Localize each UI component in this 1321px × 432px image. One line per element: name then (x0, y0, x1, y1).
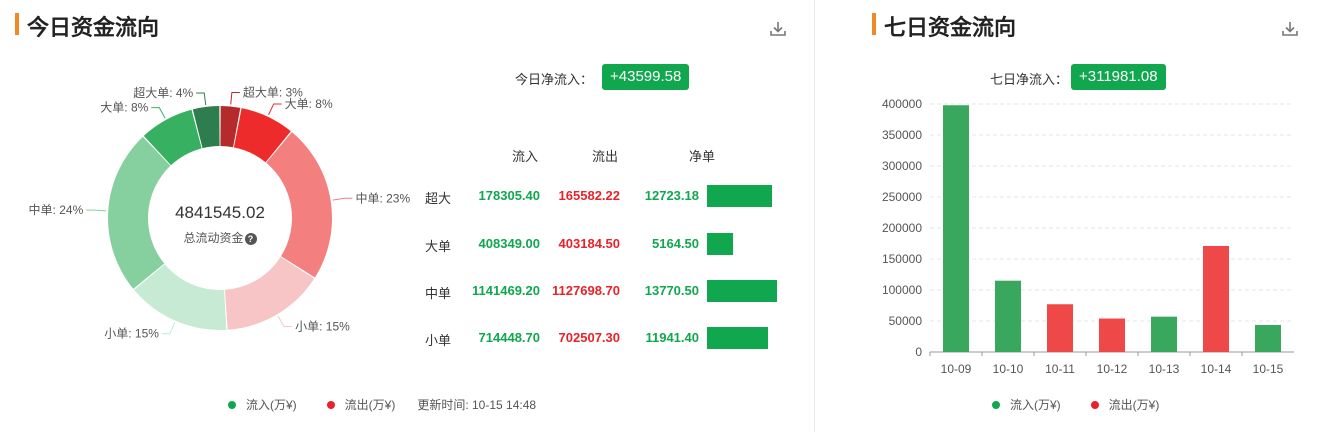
y-tick-label: 0 (915, 345, 922, 359)
y-tick-label: 250000 (882, 190, 922, 204)
legend-outflow-label: 流出(万¥) (344, 398, 396, 412)
bar-10-10[interactable] (995, 280, 1021, 352)
download-icon[interactable] (768, 19, 788, 39)
donut-label: 大单: 8% (285, 97, 333, 111)
flow-cell-outflow: 165582.22 (558, 188, 620, 203)
flow-cell-inflow: 408349.00 (478, 236, 540, 251)
x-tick-label: 10-15 (1253, 362, 1284, 376)
today-title: 今日资金流向 (27, 15, 160, 40)
x-tick-label: 10-11 (1045, 362, 1075, 376)
flow-cell-net: 5164.50 (652, 236, 699, 251)
net-bar (707, 185, 772, 207)
y-tick-label: 350000 (882, 128, 922, 142)
col-header-inflow: 流入 (512, 149, 539, 164)
legend-outflow[interactable]: 流出(万¥) (1090, 396, 1160, 413)
y-tick-label: 50000 (889, 314, 923, 328)
title-accent-bar (15, 13, 19, 35)
donut-total-value: 4841545.02 (175, 203, 265, 222)
col-header-outflow: 流出 (592, 149, 619, 164)
donut-leader-line (161, 322, 176, 335)
flow-cell-net: 12723.18 (644, 188, 699, 203)
inflow-dot-icon (228, 400, 236, 409)
legend-inflow[interactable]: 流入(万¥) (992, 396, 1061, 413)
x-tick-label: 10-09 (941, 362, 972, 376)
week-legend: 流入(万¥) 流出(万¥) (992, 396, 1189, 413)
panel-divider (814, 0, 815, 432)
help-icon[interactable]: ? (244, 232, 257, 245)
flow-cell-inflow: 1141469.20 (472, 283, 540, 298)
x-tick-label: 10-13 (1149, 362, 1180, 376)
x-tick-label: 10-10 (993, 362, 1024, 376)
today-fund-flow-panel: 今日资金流向 今日净流入： +43599.58 超大单: 3% 大单: 8% 中单:… (0, 0, 812, 432)
donut-label: 小单: 15% (104, 327, 159, 341)
legend-inflow-label: 流入(万¥) (1010, 398, 1061, 412)
outflow-dot-icon (1090, 400, 1099, 409)
legend-inflow-label: 流入(万¥) (246, 398, 297, 412)
flow-row-label: 小单 (425, 333, 452, 348)
donut-label: 小单: 15% (295, 319, 350, 333)
today-net-label: 今日净流入： (515, 72, 594, 87)
y-tick-label: 200000 (882, 221, 922, 235)
flow-row-label: 超大 (425, 191, 452, 206)
outflow-dot-icon (326, 400, 335, 409)
today-legend: 流入(万¥) 流出(万¥) 更新时间: 10-15 14:48 (228, 396, 536, 413)
legend-outflow[interactable]: 流出(万¥) (326, 396, 396, 413)
net-bar (707, 327, 768, 349)
week-fund-flow-panel: 七日资金流向 七日净流入： +311981.08 0 50000 100000 150… (842, 0, 1321, 432)
legend-outflow-label: 流出(万¥) (1108, 398, 1160, 412)
flow-cell-inflow: 714448.70 (478, 330, 540, 345)
bar-10-11[interactable] (1047, 304, 1073, 352)
legend-inflow[interactable]: 流入(万¥) (228, 396, 297, 413)
x-tick-label: 10-12 (1097, 362, 1128, 376)
x-tick-label: 10-14 (1201, 362, 1232, 376)
donut-label: 中单: 23% (355, 190, 410, 205)
donut-leader-line (196, 92, 207, 105)
inflow-dot-icon (992, 400, 1000, 409)
donut-leader-line (151, 107, 166, 119)
donut-leader-line (268, 103, 282, 116)
donut-label: 超大单: 4% (133, 85, 193, 100)
bar-10-12[interactable] (1099, 318, 1125, 352)
week-bar-chart: 0 50000 100000 150000 200000 250000 300000 3500… (882, 97, 1294, 376)
bar-10-15[interactable] (1255, 324, 1281, 352)
donut-leader-line (332, 197, 353, 201)
y-tick-label: 300000 (882, 159, 922, 173)
y-tick-label: 150000 (882, 252, 922, 266)
y-tick-label: 400000 (882, 97, 922, 111)
donut-leader-line (277, 315, 293, 327)
donut-total-label: 总流动资金? (120, 229, 320, 246)
update-time: 更新时间: 10-15 14:48 (417, 398, 537, 412)
flow-row-label: 大单 (425, 239, 452, 254)
bar-10-13[interactable] (1151, 316, 1177, 352)
flow-cell-outflow: 702507.30 (558, 330, 620, 345)
flow-cell-net: 11941.40 (645, 330, 699, 345)
flow-cell-outflow: 1127698.70 (552, 283, 620, 298)
donut-label: 大单: 8% (100, 101, 148, 115)
donut-total-label-text: 总流动资金 (183, 231, 244, 245)
flow-cell-outflow: 403184.50 (558, 236, 620, 251)
bar-10-14[interactable] (1203, 245, 1229, 352)
net-bar (707, 233, 733, 255)
today-net-badge: +43599.58 (602, 64, 690, 90)
donut-leader-line (230, 92, 240, 105)
donut-leader-line (86, 209, 107, 212)
bar-10-09[interactable] (943, 105, 969, 353)
y-tick-label: 100000 (882, 283, 922, 297)
flow-cell-inflow: 178305.40 (478, 188, 540, 203)
fund-donut-chart: 超大单: 3% 大单: 8% 中单: 23% 小单: 15% 小单: 15% 中单: 24… (20, 60, 440, 380)
col-header-net: 净单 (689, 149, 716, 164)
donut-label: 中单: 24% (29, 202, 84, 217)
flow-cell-net: 13770.50 (644, 283, 699, 298)
flow-row-label: 中单 (425, 286, 452, 301)
net-bar (707, 280, 777, 302)
